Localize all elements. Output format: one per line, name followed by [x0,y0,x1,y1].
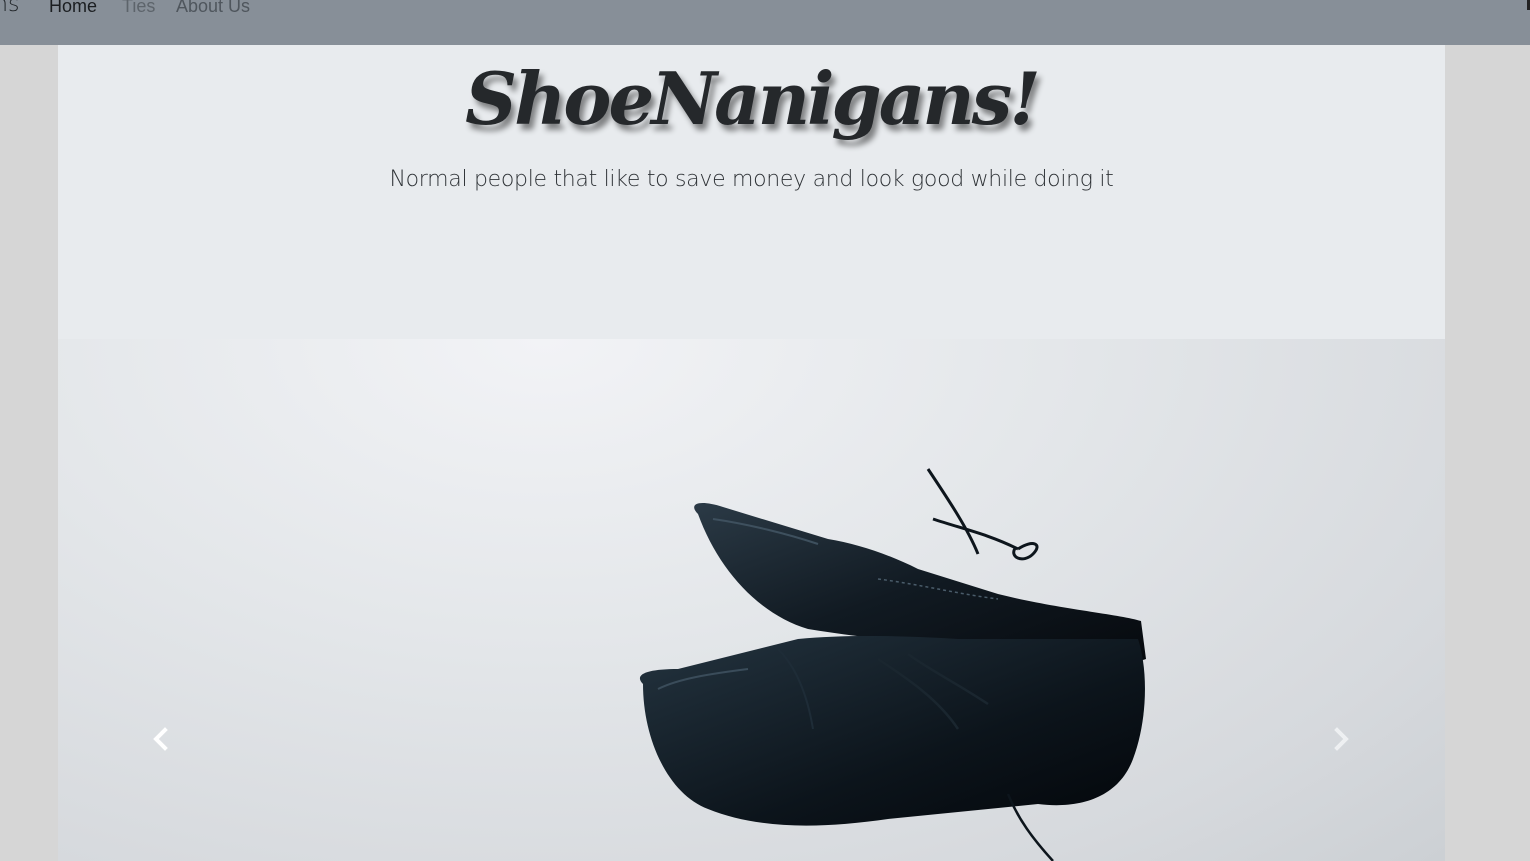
image-carousel [58,339,1445,861]
slide-image-shoes [639,468,1146,861]
jumbotron: ShoeNanigans! Normal people that like to… [58,45,1445,339]
chevron-right-icon [1334,727,1349,751]
chevron-left-icon [153,727,168,751]
nav-link-ties[interactable]: Ties [122,0,155,17]
top-navbar: ns Home Ties About Us [0,0,1530,45]
main-container: ShoeNanigans! Normal people that like to… [58,45,1445,861]
lower-shoe-shape [639,635,1145,861]
site-title: ShoeNanigans! [465,56,1041,141]
carousel-next-button[interactable] [1326,724,1356,754]
nav-link-home[interactable]: Home [49,0,97,17]
carousel-prev-button[interactable] [146,724,176,754]
upper-shoe-shape [694,468,1146,667]
site-tagline: Normal people that like to save money an… [389,167,1114,192]
navbar-brand[interactable]: ns [0,0,19,17]
nav-link-about-us[interactable]: About Us [176,0,250,17]
